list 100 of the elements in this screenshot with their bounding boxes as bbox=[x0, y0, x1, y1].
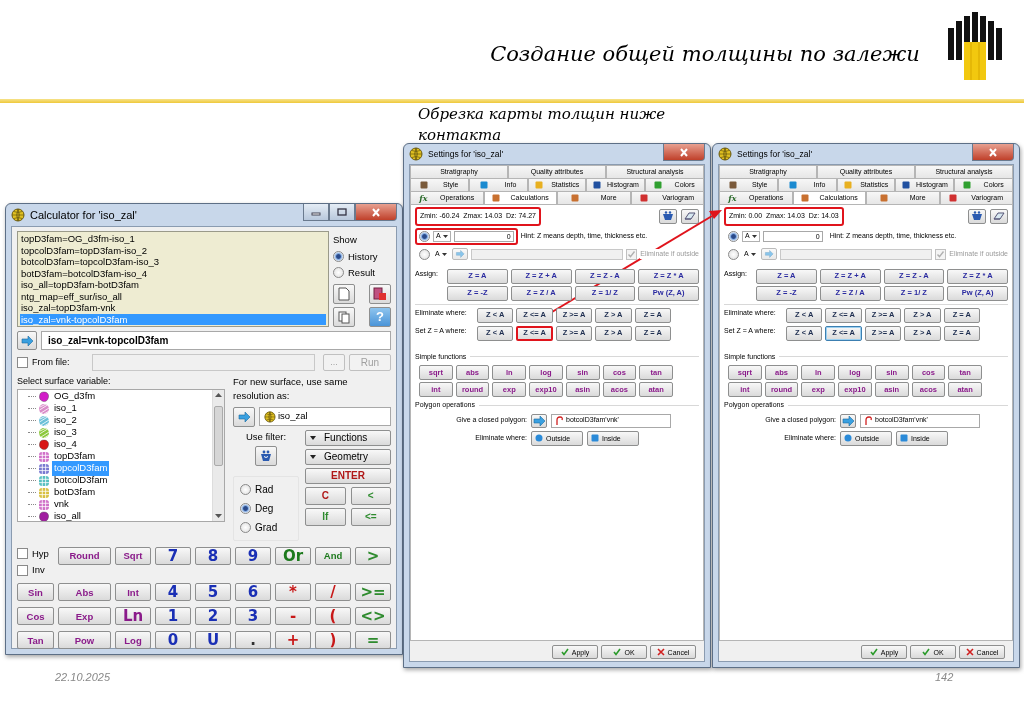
maximize-button[interactable] bbox=[329, 204, 355, 221]
key-button[interactable]: 6 bbox=[235, 583, 271, 602]
tree-item[interactable]: iso_3 bbox=[52, 425, 79, 440]
radio-button[interactable] bbox=[333, 267, 344, 279]
tree-item[interactable]: OG_d3fm bbox=[52, 389, 98, 404]
menu-button[interactable]: Geometry bbox=[305, 448, 391, 465]
key-button[interactable]: >= bbox=[355, 583, 391, 602]
key-button[interactable]: Pow bbox=[58, 631, 111, 650]
key-button[interactable]: 5 bbox=[195, 583, 231, 602]
radio-button[interactable] bbox=[728, 248, 739, 260]
checkbox-label: Hyp bbox=[32, 546, 49, 561]
radio-button[interactable] bbox=[728, 230, 739, 242]
key-button[interactable]: - bbox=[275, 607, 311, 626]
key-button[interactable]: Sin bbox=[17, 583, 54, 602]
key-button[interactable]: 9 bbox=[235, 546, 271, 565]
eraser-icon bbox=[993, 211, 1005, 222]
key-button[interactable]: Abs bbox=[58, 583, 111, 602]
key-button[interactable]: Tan bbox=[17, 631, 54, 650]
key-button[interactable]: Log bbox=[115, 631, 151, 650]
checkbox[interactable] bbox=[17, 548, 28, 560]
tree-item[interactable]: iso_4 bbox=[52, 437, 79, 452]
eraser-button[interactable] bbox=[990, 208, 1008, 224]
key-button[interactable]: 7 bbox=[155, 546, 191, 565]
key-button[interactable]: If bbox=[305, 507, 346, 526]
caret-icon bbox=[441, 252, 447, 256]
menu-button[interactable]: Functions bbox=[305, 429, 391, 446]
key-button[interactable]: 8 bbox=[195, 546, 231, 565]
arrow-button[interactable] bbox=[451, 248, 468, 260]
history-item[interactable]: ntg_map=eff_sur/iso_all bbox=[20, 290, 326, 302]
caret-icon bbox=[442, 234, 448, 238]
key-button[interactable]: ) bbox=[315, 631, 351, 650]
arrow-button[interactable] bbox=[17, 331, 37, 350]
minimize-button[interactable] bbox=[303, 204, 329, 221]
key-button[interactable]: C bbox=[305, 486, 346, 505]
key-button[interactable]: 2 bbox=[195, 607, 231, 626]
close-button[interactable] bbox=[355, 204, 397, 221]
key-button[interactable]: U bbox=[195, 631, 231, 650]
radio-button[interactable] bbox=[419, 248, 430, 260]
key-button[interactable]: Sqrt bbox=[115, 546, 151, 565]
key-button[interactable]: Ln bbox=[115, 607, 151, 626]
close-button[interactable] bbox=[663, 144, 705, 161]
globe-icon bbox=[11, 208, 25, 222]
arrow-button[interactable] bbox=[760, 248, 777, 260]
checkbox[interactable] bbox=[17, 564, 28, 576]
radio-button[interactable] bbox=[240, 521, 251, 533]
key-button[interactable]: And bbox=[315, 546, 351, 565]
key-button[interactable]: > bbox=[355, 546, 391, 565]
key-button[interactable]: Exp bbox=[58, 607, 111, 626]
history-item[interactable]: topD3fam=OG_d3fm-iso_1 bbox=[20, 233, 326, 245]
key-button[interactable]: 0 bbox=[155, 631, 191, 650]
checkbox-label: Inv bbox=[32, 563, 45, 577]
clipboard-button[interactable] bbox=[369, 284, 391, 304]
caret-icon bbox=[750, 252, 756, 256]
tree-item[interactable]: iso_all bbox=[52, 509, 83, 521]
key-button[interactable]: / bbox=[315, 583, 351, 602]
radio-button[interactable] bbox=[240, 502, 251, 514]
arrow-button[interactable] bbox=[840, 413, 856, 428]
tree-item[interactable]: vnk bbox=[52, 497, 71, 512]
key-button[interactable]: Round bbox=[58, 546, 111, 565]
resolution-field[interactable]: iso_zal bbox=[259, 407, 391, 426]
expression-field[interactable]: iso_zal=vnk-topcolD3fam bbox=[41, 331, 391, 350]
tree-item[interactable]: botcolD3fam bbox=[52, 473, 110, 488]
filter-button[interactable] bbox=[255, 445, 277, 466]
key-button[interactable]: <= bbox=[350, 507, 391, 526]
filter-button[interactable] bbox=[659, 208, 677, 224]
close-button[interactable] bbox=[972, 144, 1014, 161]
key-button[interactable]: 4 bbox=[155, 583, 191, 602]
tree-item[interactable]: iso_2 bbox=[52, 413, 79, 428]
history-item[interactable]: iso_zal=topD3fam-vnk bbox=[20, 302, 326, 314]
key-button[interactable]: + bbox=[275, 631, 311, 650]
key-button[interactable]: Int bbox=[115, 583, 151, 602]
arrow-button[interactable] bbox=[531, 413, 547, 428]
history-item[interactable]: iso_all=topD3fam-botD3fam bbox=[20, 279, 326, 291]
tree-item[interactable]: botD3fam bbox=[52, 485, 98, 500]
radio-button[interactable] bbox=[240, 483, 251, 495]
key-button[interactable]: Cos bbox=[17, 607, 54, 626]
key-button[interactable]: < bbox=[350, 486, 391, 505]
key-button[interactable]: * bbox=[275, 583, 311, 602]
history-item[interactable]: botD3fam=botcolD3fam-iso_4 bbox=[20, 267, 326, 279]
key-button[interactable]: = bbox=[355, 631, 391, 650]
tree-item[interactable]: topD3fam bbox=[52, 449, 98, 464]
copy-button[interactable] bbox=[333, 307, 355, 327]
radio-button[interactable] bbox=[419, 230, 430, 242]
history-item[interactable]: topcolD3fam=topD3fam-iso_2 bbox=[20, 244, 326, 256]
eraser-button[interactable] bbox=[681, 208, 699, 224]
key-button[interactable]: ( bbox=[315, 607, 351, 626]
key-button[interactable]: <> bbox=[355, 607, 391, 626]
key-button[interactable]: Or bbox=[275, 546, 311, 565]
radio-button[interactable] bbox=[333, 251, 344, 263]
key-button[interactable]: 3 bbox=[235, 607, 271, 626]
key-button[interactable]: 1 bbox=[155, 607, 191, 626]
checkbox[interactable] bbox=[17, 357, 28, 368]
key-button[interactable]: ENTER bbox=[305, 467, 391, 484]
scrollbar[interactable] bbox=[212, 389, 224, 521]
history-item[interactable]: botcolD3fam=topcolD3fam-iso_3 bbox=[20, 256, 326, 268]
key-button[interactable]: . bbox=[235, 631, 271, 650]
tree-item[interactable]: iso_1 bbox=[52, 401, 79, 416]
filter-button[interactable] bbox=[968, 208, 986, 224]
arrow-button[interactable] bbox=[233, 406, 255, 427]
new-page-button[interactable] bbox=[333, 284, 355, 304]
